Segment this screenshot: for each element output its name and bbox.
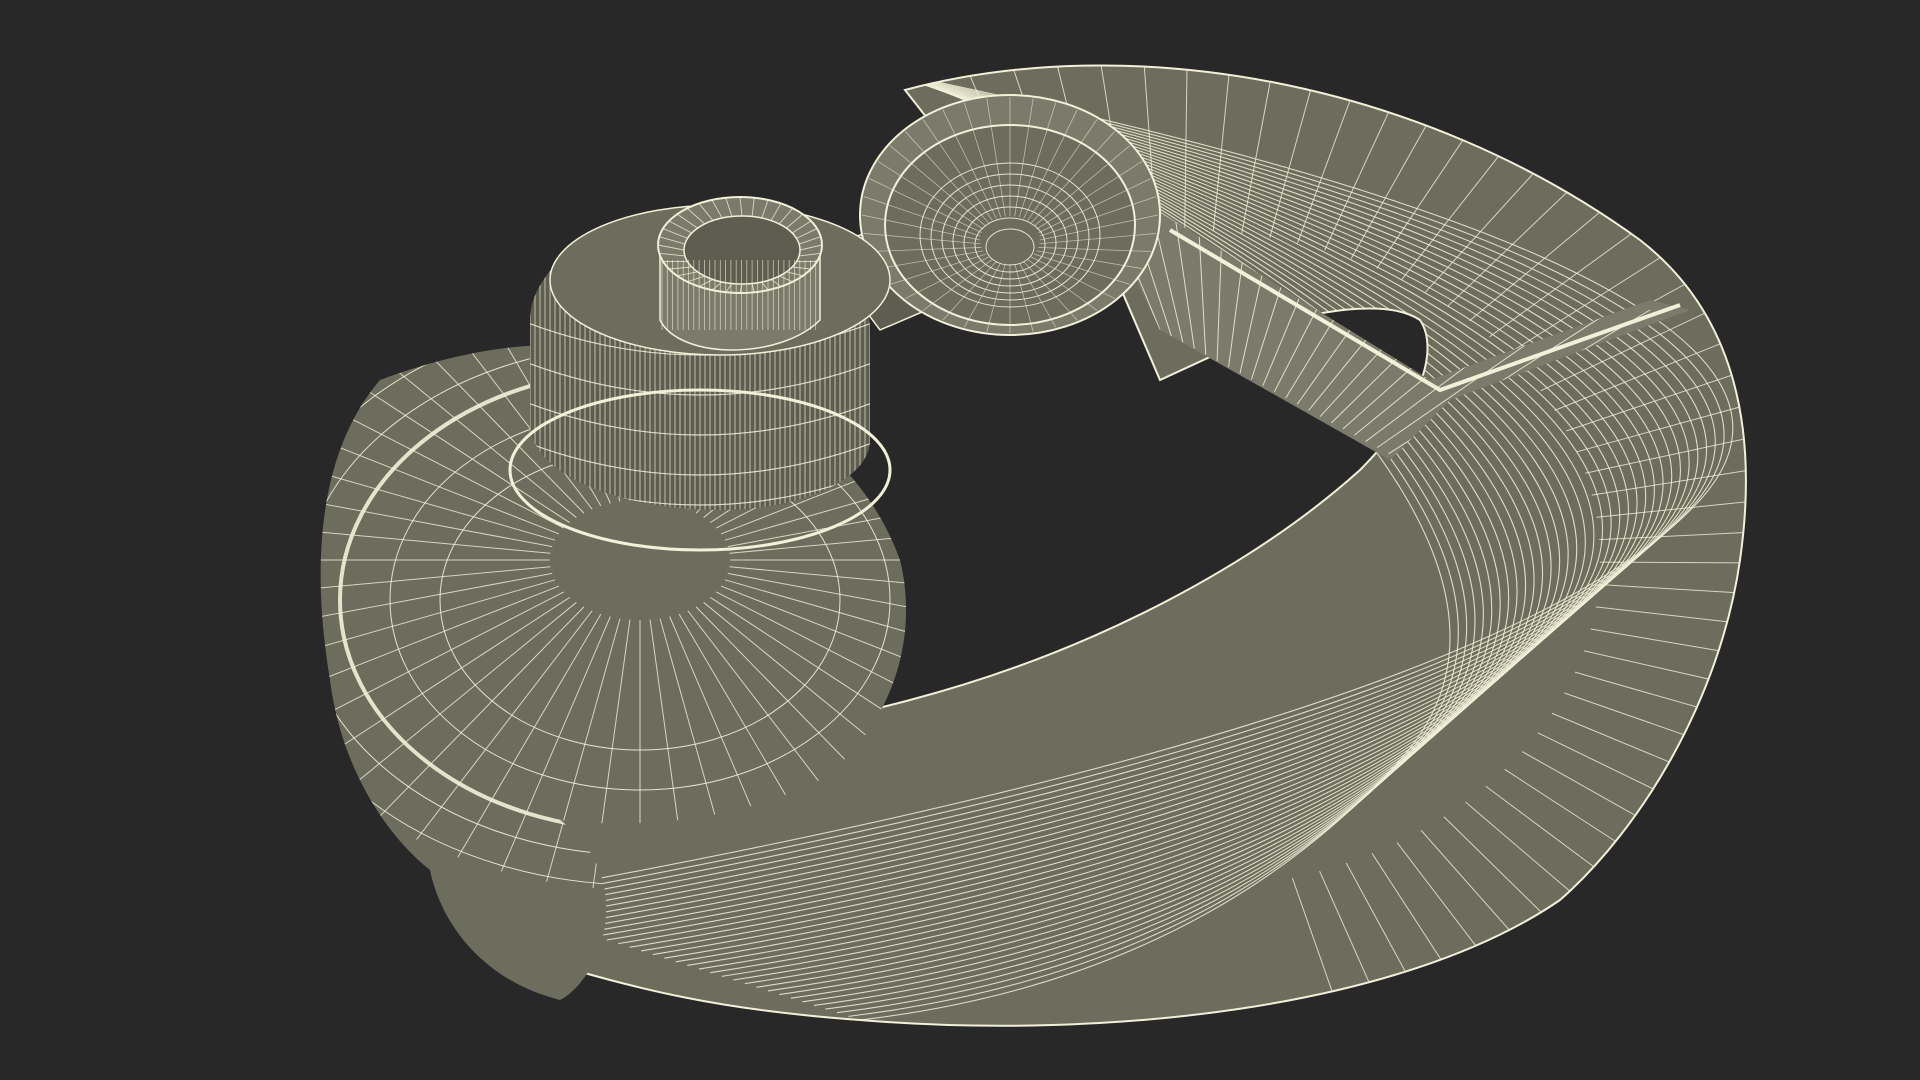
render-viewport [0,0,1920,1080]
wireframe-render [0,0,1920,1080]
nozzle-opening [683,215,801,285]
